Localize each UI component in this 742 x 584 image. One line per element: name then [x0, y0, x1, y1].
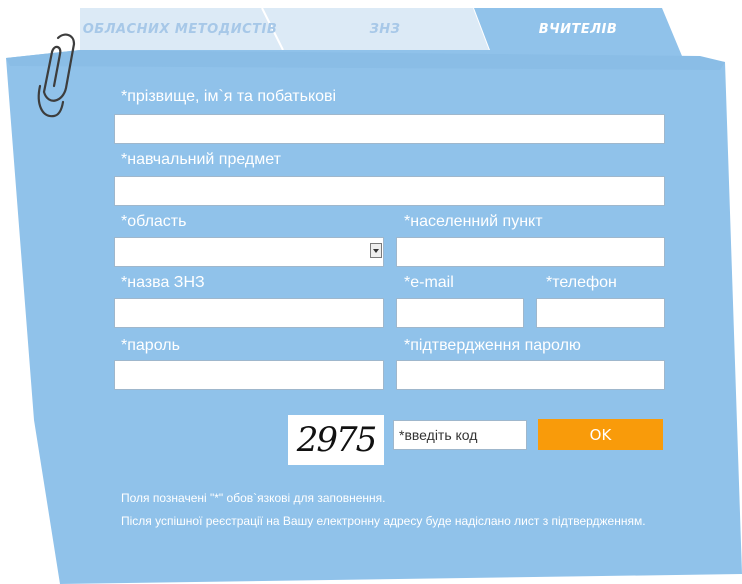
region-label: *область [121, 213, 187, 230]
subject-input[interactable] [114, 176, 665, 206]
required-note: Поля позначені "*" обов`язкові для запов… [121, 491, 386, 505]
region-select[interactable] [114, 237, 384, 267]
password-confirm-label: *підтвердження паролю [404, 337, 581, 354]
subject-label: *навчальний предмет [121, 151, 281, 168]
email-input[interactable] [396, 298, 524, 328]
email-label: *e-mail [404, 274, 454, 291]
captcha-input[interactable] [393, 420, 527, 450]
full-name-label: *прізвище, ім`я та побатькові [121, 88, 337, 105]
confirmation-note: Після успішної реєстрації на Вашу електр… [121, 514, 646, 528]
school-label: *назва ЗНЗ [121, 274, 205, 291]
chevron-down-icon[interactable] [370, 243, 382, 258]
phone-input[interactable] [536, 298, 665, 328]
paperclip-icon [37, 33, 76, 118]
ok-button[interactable]: OK [538, 419, 663, 450]
tab-schools[interactable]: ЗНЗ [285, 14, 485, 46]
tab-regional-methodists[interactable]: ОБЛАСНИХ МЕТОДИСТІВ [80, 14, 280, 46]
settlement-input[interactable] [396, 237, 665, 267]
tab-teachers[interactable]: ВЧИТЕЛІВ [488, 14, 668, 46]
password-confirm-input[interactable] [396, 360, 665, 390]
full-name-input[interactable] [114, 114, 665, 144]
password-input[interactable] [114, 360, 384, 390]
phone-label: *телефон [546, 274, 617, 291]
school-input[interactable] [114, 298, 384, 328]
settlement-label: *населенний пункт [404, 213, 543, 230]
password-label: *пароль [121, 337, 180, 354]
captcha-image: 2975 [288, 415, 384, 465]
